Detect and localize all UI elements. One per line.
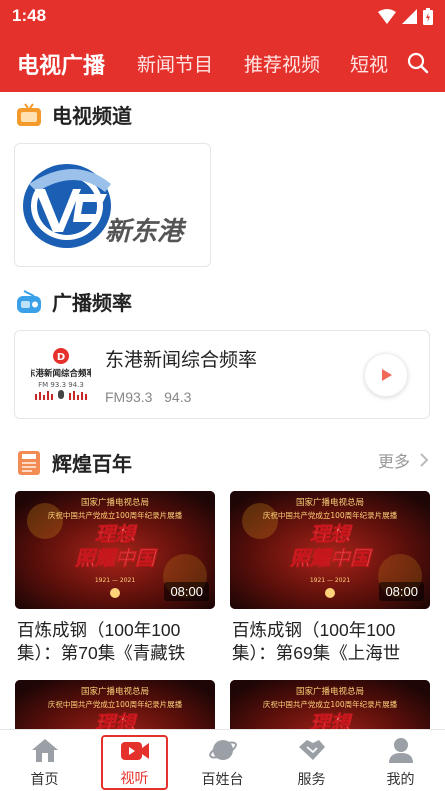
- video-card[interactable]: 国家广播电视总局 庆祝中国共产党成立100周年纪录片展播 理想 照耀中国 192…: [230, 491, 430, 665]
- radio-channel-card[interactable]: D 东港新闻综合频率 FM 93.3 94.3 东港新闻综合频率 FM93.3 …: [14, 330, 430, 419]
- svg-text:国家广播电视总局: 国家广播电视总局: [81, 686, 149, 697]
- tab-tv-radio[interactable]: 电视广播: [17, 48, 105, 80]
- radio-logo-name: 东港新闻综合频率: [31, 368, 91, 379]
- svg-text:庆祝中国共产党成立100周年纪录片展播: 庆祝中国共产党成立100周年纪录片展播: [48, 699, 183, 709]
- radio-channel-logo: D 东港新闻综合频率 FM 93.3 94.3: [27, 347, 105, 405]
- channel-logo-text: 新东港: [105, 217, 187, 247]
- video-poster: 国家广播电视总局 庆祝中国共产党成立100周年纪录片展播 理想: [15, 680, 215, 729]
- video-card[interactable]: 国家广播电视总局 庆祝中国共产党成立100周年纪录片展播 理想: [15, 680, 215, 729]
- nav-home[interactable]: 首页: [0, 730, 89, 791]
- svg-text:1921 — 2021: 1921 — 2021: [310, 577, 351, 584]
- play-button[interactable]: [364, 353, 408, 397]
- svg-text:理想: 理想: [310, 711, 353, 729]
- video-card[interactable]: 国家广播电视总局 庆祝中国共产党成立100周年纪录片展播 理想: [230, 680, 430, 729]
- handshake-icon: [297, 736, 327, 764]
- video-poster: 国家广播电视总局 庆祝中国共产党成立100周年纪录片展播 理想 照耀中国 192…: [15, 491, 215, 609]
- video-title: 百炼成钢（100年100集）：第70集《青藏铁: [17, 620, 186, 663]
- radio-section-header: 广播频率: [16, 287, 132, 316]
- nav-community[interactable]: 百姓台: [178, 730, 267, 791]
- nav-audio-video-label: 视听: [120, 770, 149, 786]
- wifi-icon: [378, 9, 396, 24]
- svg-text:照耀中国: 照耀中国: [289, 546, 373, 570]
- tv-icon: [16, 101, 42, 128]
- planet-icon: [208, 736, 238, 764]
- nav-services-label: 服务: [297, 771, 326, 787]
- centennial-section-title: 辉煌百年: [52, 454, 132, 476]
- nav-home-label: 首页: [30, 771, 59, 787]
- video-duration: 08:00: [379, 582, 424, 601]
- search-icon[interactable]: [407, 52, 429, 74]
- tab-short-videos[interactable]: 短视: [350, 50, 388, 77]
- status-bar: 1:48: [0, 0, 445, 34]
- chevron-right-icon: [420, 453, 429, 467]
- tv-channel-card[interactable]: 新东港: [14, 143, 211, 267]
- video-camera-icon: [120, 738, 150, 763]
- tv-section-title: 电视频道: [52, 106, 132, 128]
- svg-text:国家广播电视总局: 国家广播电视总局: [296, 497, 364, 508]
- tv-section-header: 电视频道: [16, 100, 132, 129]
- bottom-nav: 首页 视听 百姓台 服务 我的: [0, 729, 445, 791]
- video-poster: 国家广播电视总局 庆祝中国共产党成立100周年纪录片展播 理想: [230, 680, 430, 729]
- video-title: 百炼成钢（100年100集）：第69集《上海世: [232, 620, 401, 663]
- svg-text:庆祝中国共产党成立100周年纪录片展播: 庆祝中国共产党成立100周年纪录片展播: [263, 510, 398, 520]
- book-icon: [16, 450, 42, 476]
- svg-text:D: D: [57, 352, 65, 363]
- radio-channel-name: 东港新闻综合频率: [105, 350, 258, 371]
- video-poster: 国家广播电视总局 庆祝中国共产党成立100周年纪录片展播 理想 照耀中国 192…: [230, 491, 430, 609]
- video-card[interactable]: 国家广播电视总局 庆祝中国共产党成立100周年纪录片展播 理想 照耀中国 192…: [15, 491, 215, 665]
- play-icon: [382, 369, 392, 381]
- system-icons: [378, 8, 433, 25]
- nav-profile-label: 我的: [386, 771, 415, 787]
- poster-art: 国家广播电视总局 庆祝中国共产党成立100周年纪录片展播 理想: [230, 680, 430, 729]
- svg-text:国家广播电视总局: 国家广播电视总局: [81, 497, 149, 508]
- poster-art: 国家广播电视总局 庆祝中国共产党成立100周年纪录片展播 理想: [15, 680, 215, 729]
- nav-profile[interactable]: 我的: [356, 730, 445, 791]
- svg-text:理想: 理想: [95, 711, 138, 729]
- top-nav: 电视广播 新闻节目 推荐视频 短视: [0, 34, 445, 92]
- radio-channel-frequency: FM93.3 94.3: [105, 389, 192, 405]
- more-link[interactable]: 更多: [378, 448, 429, 472]
- svg-text:国家广播电视总局: 国家广播电视总局: [296, 686, 364, 697]
- tab-news-programs[interactable]: 新闻节目: [137, 50, 213, 77]
- radio-section-title: 广播频率: [52, 293, 132, 315]
- status-time: 1:48: [12, 6, 47, 25]
- home-icon: [30, 736, 60, 764]
- signal-icon: [402, 9, 417, 24]
- user-icon: [386, 736, 416, 764]
- radio-logo-freq: FM 93.3 94.3: [38, 381, 84, 389]
- svg-text:1921 — 2021: 1921 — 2021: [95, 577, 136, 584]
- video-duration: 08:00: [164, 582, 209, 601]
- more-label: 更多: [377, 454, 410, 471]
- svg-text:庆祝中国共产党成立100周年纪录片展播: 庆祝中国共产党成立100周年纪录片展播: [48, 510, 183, 520]
- radio-icon: [16, 289, 42, 315]
- svg-text:庆祝中国共产党成立100周年纪录片展播: 庆祝中国共产党成立100周年纪录片展播: [263, 699, 398, 709]
- svg-text:理想: 理想: [310, 522, 353, 546]
- battery-icon: [423, 8, 433, 25]
- nav-community-label: 百姓台: [201, 771, 244, 787]
- tab-recommended-videos[interactable]: 推荐视频: [244, 50, 320, 77]
- svg-text:照耀中国: 照耀中国: [74, 546, 158, 570]
- channel-logo: 新东港: [23, 164, 187, 248]
- nav-audio-video[interactable]: 视听: [101, 735, 168, 790]
- svg-text:理想: 理想: [95, 522, 138, 546]
- nav-services[interactable]: 服务: [267, 730, 356, 791]
- main-content: 电视频道 新东港 广播频率 D 东港新闻综合频率 FM 93.3 94.3 东港…: [0, 92, 445, 729]
- centennial-section-header: 辉煌百年: [16, 448, 132, 477]
